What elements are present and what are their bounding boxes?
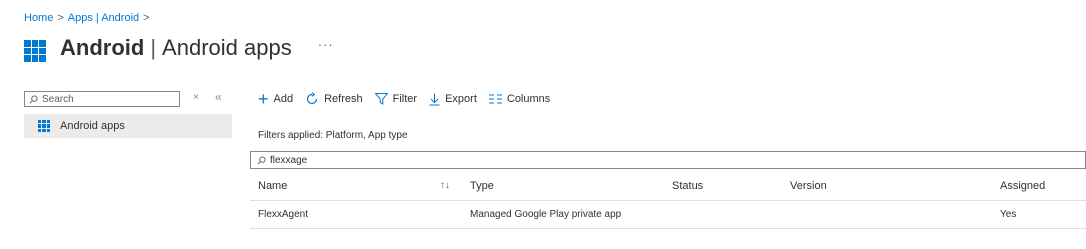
nav-item-android-apps[interactable]: Android apps	[24, 114, 232, 138]
android-apps-grid-icon	[24, 40, 46, 62]
breadcrumb-separator: >	[143, 12, 150, 24]
column-header-status[interactable]: Status	[672, 180, 703, 192]
plus-icon: +	[258, 89, 269, 109]
breadcrumb: Home > Apps | Android >	[24, 12, 154, 24]
page-title-bold: Android	[60, 35, 145, 60]
row-assigned-cell: Yes	[1000, 209, 1017, 220]
columns-icon	[488, 94, 502, 104]
search-placeholder: Search	[42, 93, 74, 105]
refresh-button[interactable]: Refresh	[305, 92, 363, 106]
page-title-rest: Android apps	[162, 35, 292, 60]
add-label: Add	[273, 93, 294, 105]
more-options-button[interactable]: ···	[318, 37, 334, 52]
filter-input-value: flexxage	[270, 154, 308, 166]
export-label: Export	[445, 93, 477, 105]
filters-applied-text[interactable]: Filters applied: Platform, App type	[258, 130, 408, 141]
header-divider	[250, 200, 1086, 201]
columns-button[interactable]: Columns	[488, 93, 551, 105]
download-icon	[429, 93, 440, 105]
filter-label: Filter	[392, 93, 418, 105]
page-title-separator: |	[150, 35, 157, 60]
row-name-cell[interactable]: FlexxAgent	[258, 209, 308, 220]
filter-button[interactable]: Filter	[374, 93, 418, 105]
sort-icon[interactable]: ↑↓	[440, 180, 450, 191]
breadcrumb-separator: >	[57, 12, 64, 24]
breadcrumb-home[interactable]: Home	[24, 12, 53, 24]
column-header-assigned[interactable]: Assigned	[1000, 180, 1045, 192]
nav-search-input[interactable]: Search	[24, 91, 180, 107]
row-type-cell: Managed Google Play private app	[470, 209, 622, 220]
add-button[interactable]: + Add	[258, 90, 293, 108]
columns-label: Columns	[506, 93, 551, 105]
breadcrumb-apps-android[interactable]: Apps | Android	[68, 12, 139, 24]
column-header-name[interactable]: Name	[258, 180, 287, 192]
row-divider	[250, 228, 1086, 229]
search-icon	[257, 155, 266, 164]
clear-icon[interactable]: ×	[193, 92, 199, 103]
filter-search-input[interactable]: flexxage	[250, 151, 1086, 169]
refresh-icon	[307, 92, 318, 105]
export-button[interactable]: Export	[429, 93, 477, 106]
collapse-icon[interactable]: «	[215, 90, 222, 104]
column-header-type[interactable]: Type	[470, 180, 494, 192]
grid-icon	[38, 120, 50, 132]
filter-icon	[374, 93, 388, 105]
page-title: Android | Android apps	[60, 35, 292, 61]
refresh-label: Refresh	[324, 93, 363, 105]
nav-item-label: Android apps	[60, 120, 125, 132]
toolbar: + Add Refresh Filter Export Columns	[258, 90, 562, 108]
search-icon	[29, 94, 38, 103]
page-header: Android | Android apps ···	[24, 34, 334, 62]
column-header-version[interactable]: Version	[790, 180, 827, 192]
